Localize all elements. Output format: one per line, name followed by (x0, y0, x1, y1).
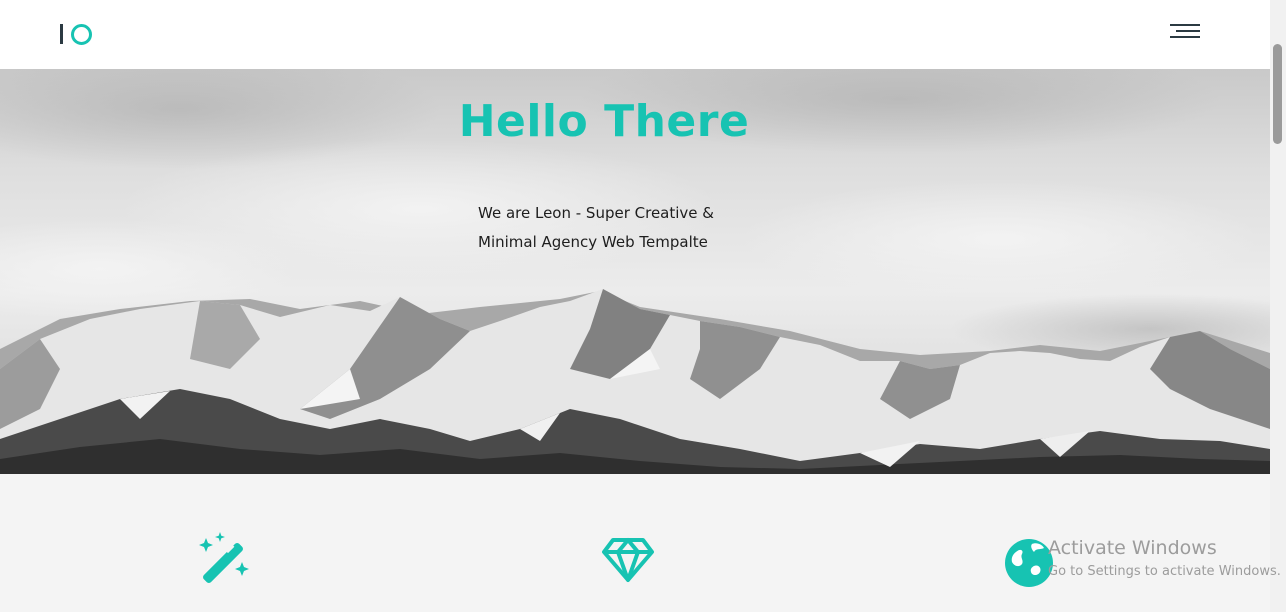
site-header (0, 0, 1270, 69)
hero-subtitle-line-2: Minimal Agency Web Tempalte (478, 233, 708, 251)
logo-bar (60, 24, 63, 44)
hero-subtitle: We are Leon - Super Creative & Minimal A… (478, 199, 748, 257)
magic-wand-icon (199, 532, 249, 583)
logo-ring (71, 23, 92, 45)
windows-activation-watermark: Activate Windows Go to Settings to activ… (1048, 537, 1286, 582)
diamond-icon (602, 538, 654, 582)
hero-subtitle-line-1: We are Leon - Super Creative & (478, 204, 714, 222)
page-scrollbar[interactable] (1270, 0, 1286, 612)
logo[interactable] (60, 22, 92, 46)
hero-title: Hello There (458, 96, 750, 147)
activate-title: Activate Windows (1048, 537, 1217, 559)
activate-subtitle: Go to Settings to activate Windows. (1048, 564, 1281, 579)
hero-section: Hello There We are Leon - Super Creative… (0, 69, 1270, 474)
scrollbar-thumb[interactable] (1273, 44, 1282, 144)
hamburger-menu-icon[interactable] (1166, 22, 1200, 42)
